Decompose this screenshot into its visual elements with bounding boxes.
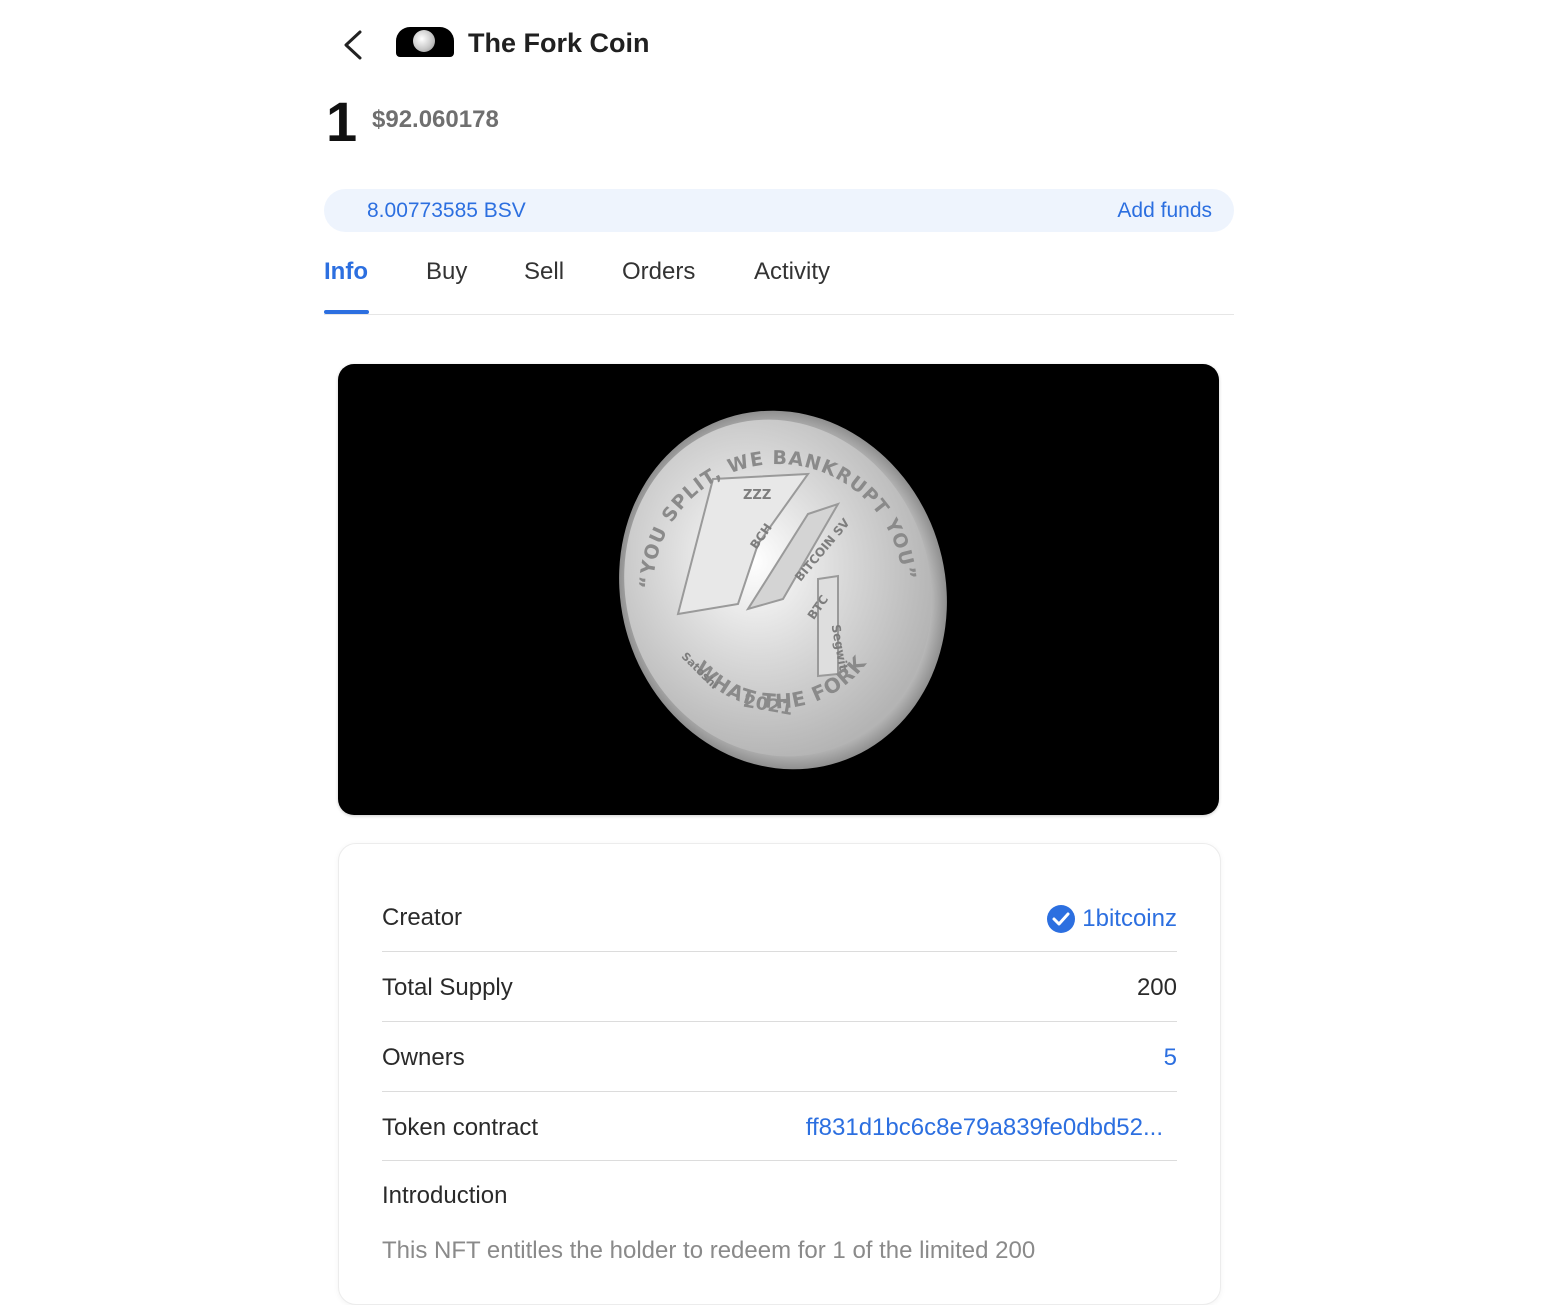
token-details-card: Creator 1bitcoinz Total Supply 200 Owner… xyxy=(338,843,1221,1305)
introduction-heading: Introduction xyxy=(382,1182,508,1209)
owners-link[interactable]: 5 xyxy=(1164,1044,1177,1072)
tab-buy[interactable]: Buy xyxy=(426,258,467,286)
tab-orders[interactable]: Orders xyxy=(622,258,695,286)
chevron-left-icon xyxy=(344,30,362,60)
active-tab-indicator xyxy=(324,310,369,314)
contract-label: Token contract xyxy=(382,1114,539,1141)
owners-label: Owners xyxy=(382,1044,465,1071)
detail-row-supply: Total Supply 200 xyxy=(382,952,1177,1022)
wallet-balance-bar: 8.00773585 BSV Add funds xyxy=(324,189,1234,232)
creator-value: 1bitcoinz xyxy=(1082,905,1177,932)
back-button[interactable] xyxy=(336,26,370,64)
detail-row-owners: Owners 5 xyxy=(382,1022,1177,1092)
introduction-text: This NFT entitles the holder to redeem f… xyxy=(382,1237,1036,1264)
nft-media: “YOU SPLIT, WE BANKRUPT YOU” WHAT THE FO… xyxy=(338,364,1219,815)
contract-link[interactable]: ff831d1bc6c8e79a839fe0dbd52... xyxy=(806,1114,1163,1142)
tab-activity[interactable]: Activity xyxy=(754,258,830,286)
creator-label: Creator xyxy=(382,904,463,931)
page-title: The Fork Coin xyxy=(468,28,650,58)
tab-bar: Info Buy Sell Orders Activity xyxy=(324,250,1234,315)
coin-label: ZZZ xyxy=(743,488,771,503)
wallet-balance: 8.00773585 BSV xyxy=(367,199,526,222)
supply-value: 200 xyxy=(1136,974,1177,1001)
tab-sell[interactable]: Sell xyxy=(524,258,564,286)
token-thumbnail xyxy=(396,27,454,57)
detail-row-creator: Creator 1bitcoinz xyxy=(382,882,1177,952)
detail-row-contract: Token contract ff831d1bc6c8e79a839fe0dbd… xyxy=(382,1092,1177,1161)
coin-image: “YOU SPLIT, WE BANKRUPT YOU” WHAT THE FO… xyxy=(619,410,947,770)
holding-usd-value: $92.060178 xyxy=(372,106,499,133)
add-funds-link[interactable]: Add funds xyxy=(1117,199,1212,223)
coin-thumbnail-icon xyxy=(413,30,435,52)
holding-amount: 1 xyxy=(326,90,358,153)
supply-label: Total Supply xyxy=(382,974,513,1001)
verified-check-icon xyxy=(1047,905,1076,933)
tab-info[interactable]: Info xyxy=(324,258,368,286)
creator-link[interactable]: 1bitcoinz xyxy=(1046,904,1177,934)
